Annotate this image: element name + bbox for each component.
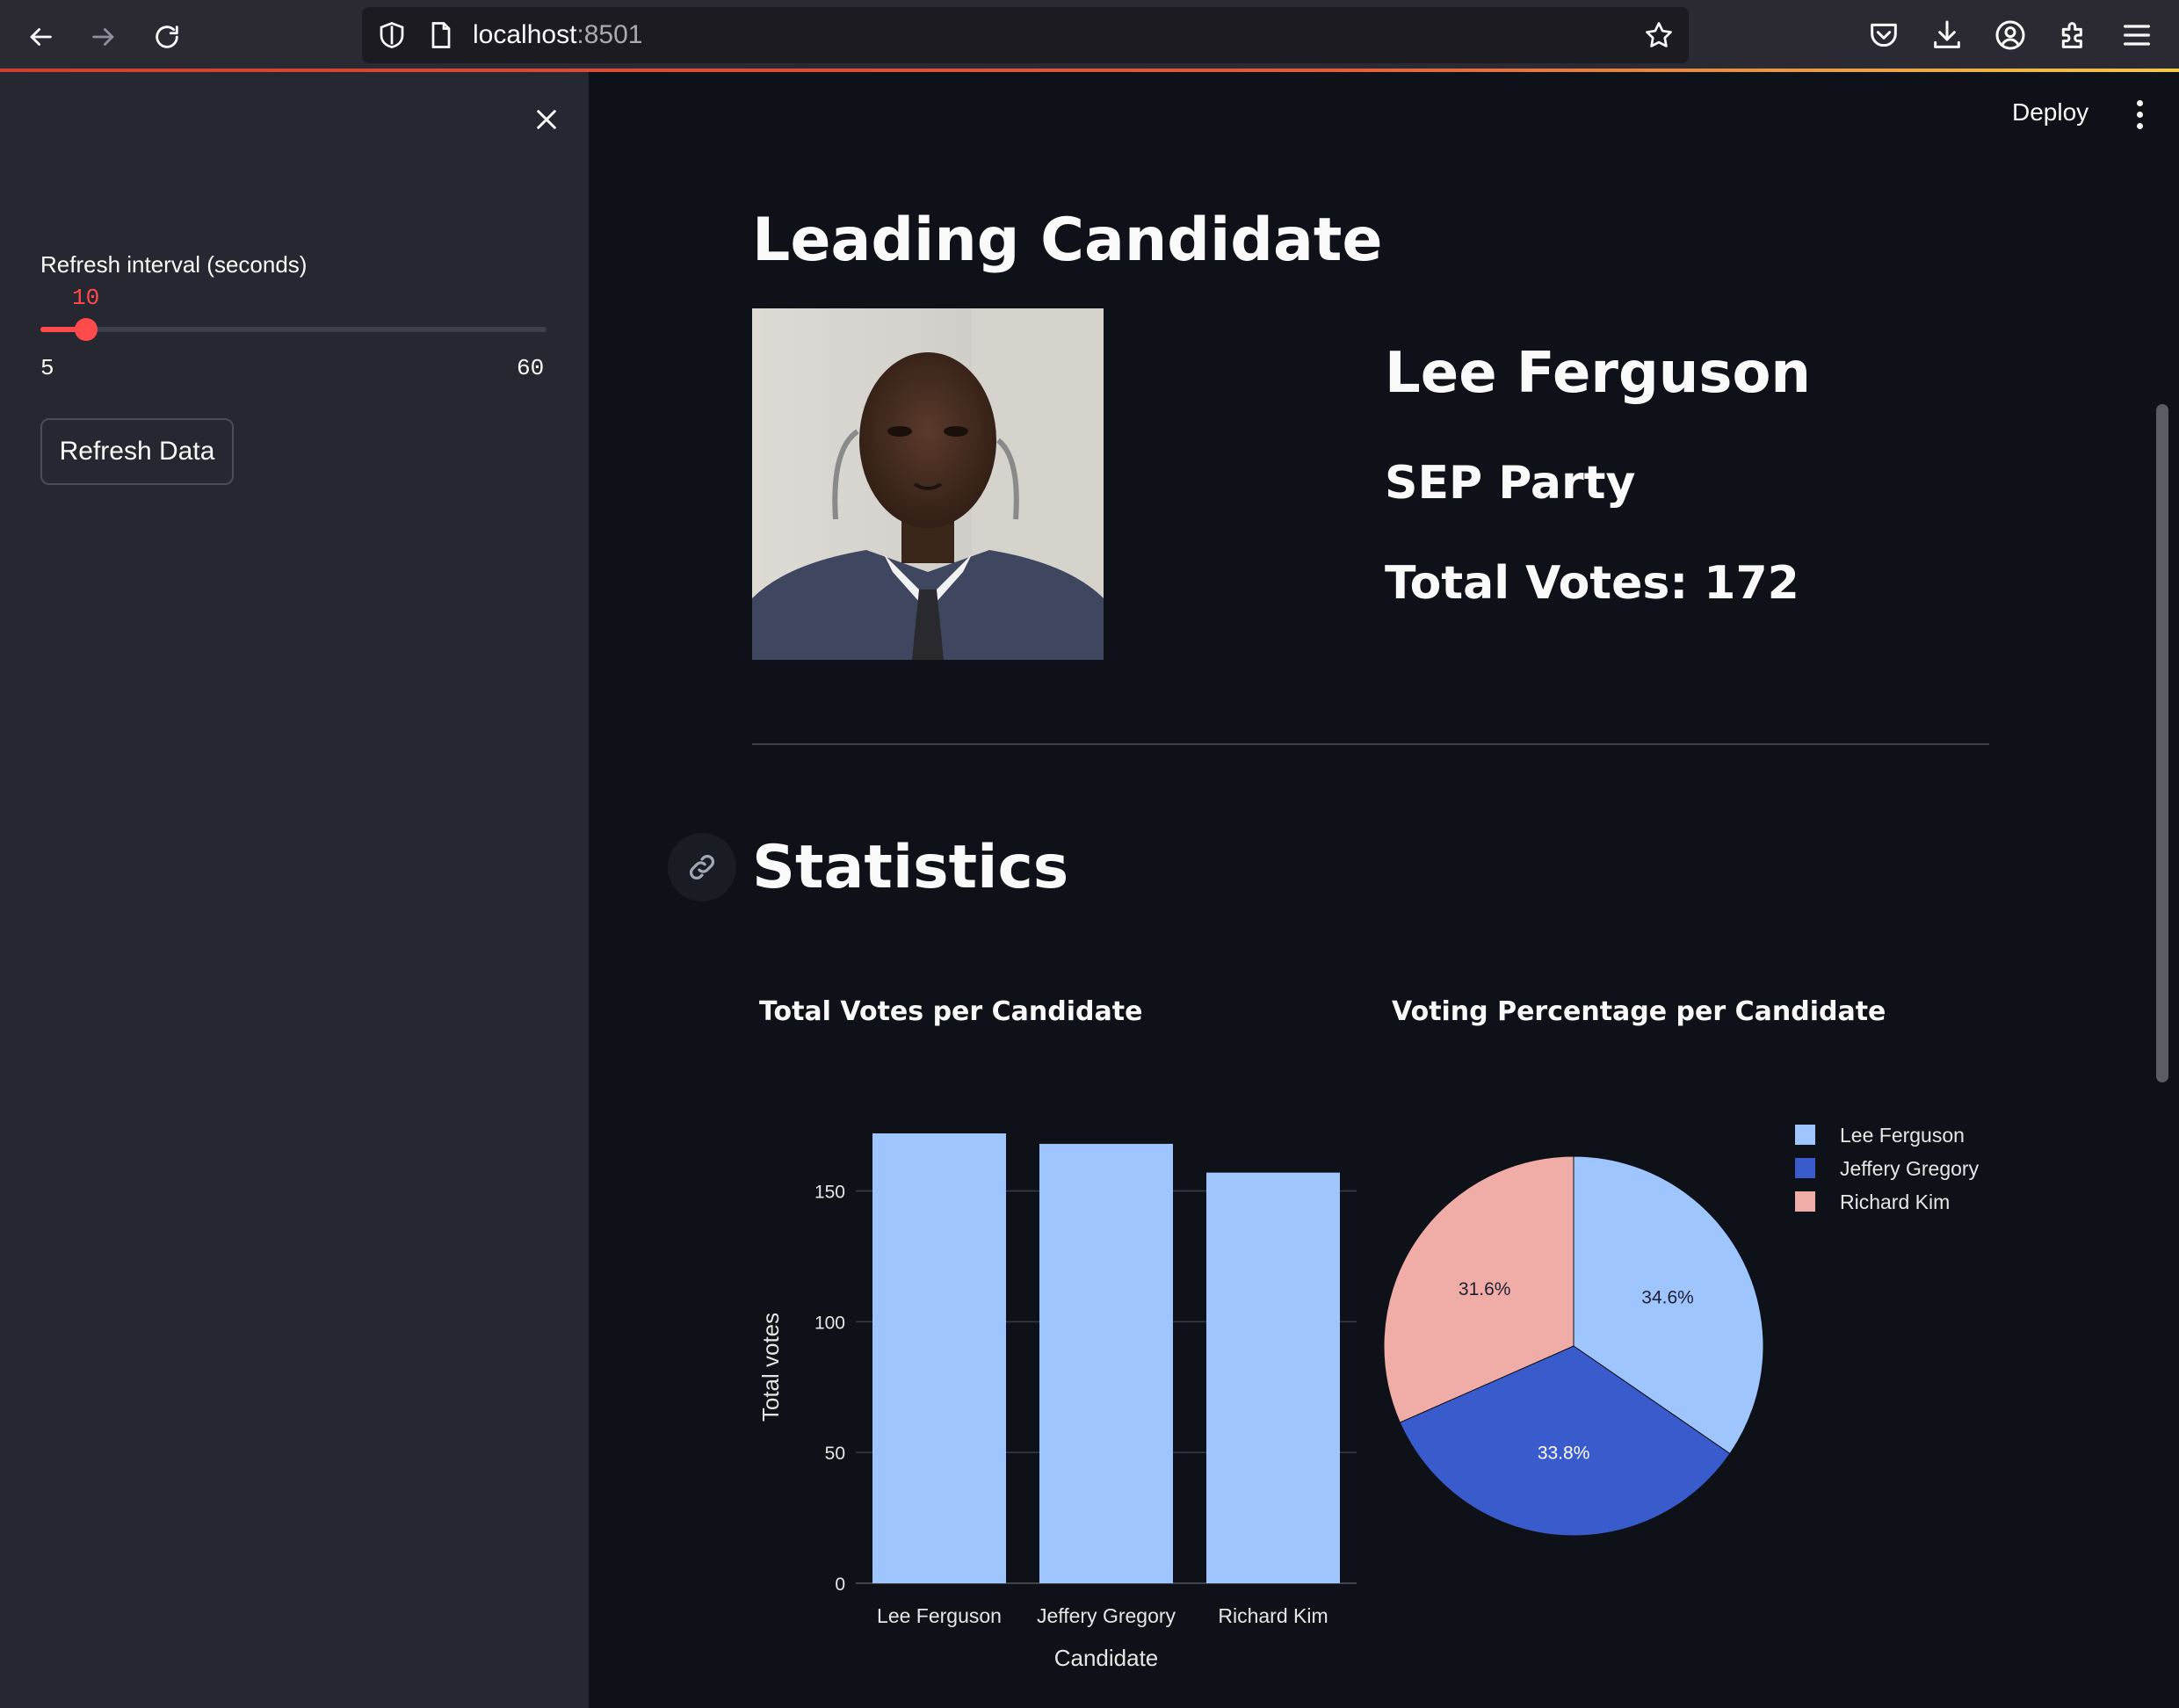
refresh-interval-slider-thumb[interactable]: [75, 318, 98, 341]
pie-value-label: 34.6%: [1641, 1288, 1694, 1308]
refresh-interval-slider-track[interactable]: [40, 327, 547, 332]
refresh-data-button[interactable]: Refresh Data: [40, 418, 234, 485]
main-menu-icon[interactable]: [2126, 95, 2153, 134]
legend-swatch: [1795, 1125, 1815, 1145]
url-text[interactable]: localhost:8501: [473, 19, 642, 51]
close-sidebar-icon[interactable]: [527, 100, 566, 139]
legend-label: Jeffery Gregory: [1840, 1157, 1980, 1180]
bar-lee-ferguson: [872, 1133, 1006, 1583]
pie-value-label: 31.6%: [1459, 1279, 1511, 1299]
extensions-icon[interactable]: [2056, 18, 2091, 53]
legend-swatch: [1795, 1158, 1815, 1178]
scrollbar[interactable]: [2156, 404, 2168, 1082]
pie-chart-title: Voting Percentage per Candidate: [1392, 996, 1886, 1027]
url-host: localhost: [473, 20, 577, 49]
pie-slice-lee-ferguson: [1573, 1155, 1764, 1455]
bar-richard-kim: [1206, 1172, 1340, 1583]
y-tick-label: 0: [835, 1574, 845, 1595]
shield-icon[interactable]: [376, 19, 408, 51]
statistics-heading: Statistics: [752, 833, 1069, 902]
slider-min-label: 5: [40, 355, 54, 381]
forward-arrow-icon[interactable]: [83, 16, 125, 58]
back-arrow-icon[interactable]: [19, 16, 62, 58]
x-axis-title: Candidate: [1054, 1645, 1159, 1671]
sidebar: Refresh interval (seconds) 10 5 60 Refre…: [0, 72, 589, 1708]
leading-candidate-name: Lee Ferguson: [1385, 341, 1811, 406]
legend-label: Richard Kim: [1840, 1191, 1950, 1213]
browser-toolbar: localhost:8501: [0, 0, 2179, 72]
leading-candidate-votes: Total Votes: 172: [1385, 557, 1799, 610]
leading-candidate-heading: Leading Candidate: [752, 206, 1383, 275]
x-tick-label: Richard Kim: [1218, 1604, 1328, 1627]
y-tick-label: 100: [814, 1313, 845, 1333]
account-icon[interactable]: [1993, 18, 2028, 53]
legend-swatch: [1795, 1191, 1815, 1212]
reload-icon[interactable]: [146, 16, 188, 58]
download-icon[interactable]: [1929, 18, 1965, 53]
y-axis-title: Total votes: [757, 1313, 784, 1422]
url-port: :8501: [576, 20, 643, 49]
legend-label: Lee Ferguson: [1840, 1124, 1965, 1147]
page-icon: [431, 22, 451, 48]
pie-slice-richard-kim: [1383, 1155, 1575, 1423]
pie-value-label: 33.8%: [1538, 1443, 1590, 1463]
pocket-icon[interactable]: [1866, 18, 1901, 53]
bar-jeffery-gregory: [1039, 1143, 1173, 1583]
address-bar[interactable]: localhost:8501: [362, 7, 1689, 63]
x-tick-label: Lee Ferguson: [877, 1604, 1002, 1627]
anchor-link-icon[interactable]: [668, 833, 736, 901]
section-divider: [752, 743, 1989, 745]
y-tick-label: 50: [825, 1444, 845, 1464]
bookmark-star-icon[interactable]: [1643, 19, 1675, 51]
slider-label: Refresh interval (seconds): [40, 251, 308, 278]
hamburger-menu-icon[interactable]: [2119, 18, 2154, 53]
slider-current-value: 10: [72, 285, 100, 311]
candidate-photo: [752, 308, 1104, 660]
y-tick-label: 150: [814, 1182, 845, 1202]
bar-chart-title: Total Votes per Candidate: [759, 996, 1143, 1027]
slider-max-label: 60: [517, 355, 545, 381]
pie-slice-jeffery-gregory: [1399, 1345, 1731, 1537]
deploy-button[interactable]: Deploy: [2012, 98, 2089, 127]
x-tick-label: Jeffery Gregory: [1037, 1604, 1176, 1627]
leading-candidate-party: SEP Party: [1385, 457, 1636, 510]
